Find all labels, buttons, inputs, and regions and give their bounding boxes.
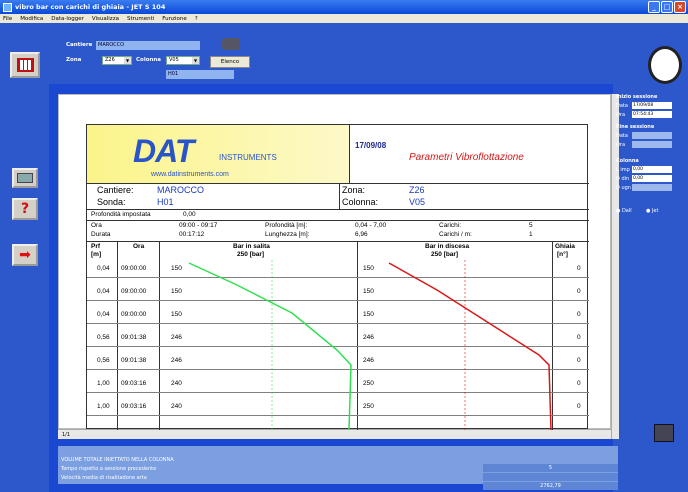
cantiere-field[interactable]: MAROCCO xyxy=(96,41,200,50)
device-button[interactable] xyxy=(12,168,38,188)
page-indicator: 1/1 xyxy=(62,431,71,438)
menu-bar: File Modifica Data-logger Visualizza Str… xyxy=(0,14,688,23)
menu-visualizza[interactable]: Visualizza xyxy=(92,16,119,22)
top-form-panel xyxy=(49,23,613,84)
discesa-curve xyxy=(388,262,552,430)
report-page: DAT INSTRUMENTS www.datinstruments.com 1… xyxy=(86,124,589,430)
menu-funzione[interactable]: Funzione xyxy=(162,16,186,22)
inizio-data-field[interactable]: 17/09/08 xyxy=(632,102,672,109)
app-icon xyxy=(3,2,12,12)
sonda-field[interactable]: H01 xyxy=(166,70,234,79)
binoculars-icon[interactable] xyxy=(222,38,240,50)
d-ugn-field[interactable] xyxy=(632,184,672,191)
save-icon[interactable] xyxy=(654,424,674,442)
menu-datalogger[interactable]: Data-logger xyxy=(51,16,84,22)
menu-help[interactable]: ? xyxy=(195,16,198,22)
summary-row: Velocità media di risalitadone arta 2762,… xyxy=(58,474,618,490)
fine-ora-field[interactable] xyxy=(632,141,672,148)
window-title: vibro bar con carichi di ghiaia - JET S … xyxy=(15,3,166,11)
pressure-curves xyxy=(188,260,552,430)
menu-modifica[interactable]: Modifica xyxy=(20,16,43,22)
arrow-right-icon: ➡ xyxy=(19,247,31,263)
title-bar: vibro bar con carichi di ghiaia - JET S … xyxy=(0,0,688,14)
inizio-ora-field[interactable]: 07:54:43 xyxy=(632,111,672,118)
colonna-select[interactable]: V05 ▼ xyxy=(166,56,200,65)
chevron-down-icon: ▼ xyxy=(192,57,199,64)
fine-data-field[interactable] xyxy=(632,132,672,139)
chevron-down-icon: ▼ xyxy=(124,57,131,64)
maximize-button[interactable]: □ xyxy=(661,1,673,13)
radio-dall[interactable]: ● Dall xyxy=(616,208,632,214)
summary-row: VOLUME TOTALE INIETTATO NELLA COLONNA 5 xyxy=(58,456,618,472)
next-button[interactable]: ➡ xyxy=(12,244,38,266)
table-icon xyxy=(17,58,34,72)
salita-curve xyxy=(188,262,352,430)
menu-file[interactable]: File xyxy=(3,16,12,22)
clock-icon xyxy=(648,46,682,84)
cantiere-label: Cantiere xyxy=(66,42,93,48)
table-view-button[interactable] xyxy=(10,52,40,78)
l-imp-field[interactable]: 0,00 xyxy=(632,166,672,173)
menu-strumenti[interactable]: Strumenti xyxy=(127,16,154,22)
colonna-label: Colonna xyxy=(136,57,162,63)
close-button[interactable]: × xyxy=(674,1,686,13)
minimize-button[interactable]: _ xyxy=(648,1,660,13)
horizontal-scrollbar[interactable]: 1/1 xyxy=(58,429,611,439)
zona-select[interactable]: Z26 ▼ xyxy=(102,56,132,65)
question-icon: ? xyxy=(20,201,30,217)
summary-panel: VOLUME TOTALE INIETTATO NELLA COLONNA 5 T… xyxy=(58,446,618,490)
d-din-field[interactable]: 0,00 xyxy=(632,175,672,182)
help-button[interactable]: ? xyxy=(12,198,38,220)
device-icon xyxy=(17,173,33,183)
radio-jet[interactable]: ● Jet xyxy=(646,208,658,214)
elenco-button[interactable]: Elenco xyxy=(210,56,250,68)
summary-row: Tempo rispetto a sessione precedente xyxy=(58,465,618,481)
zona-label: Zona xyxy=(66,57,82,63)
